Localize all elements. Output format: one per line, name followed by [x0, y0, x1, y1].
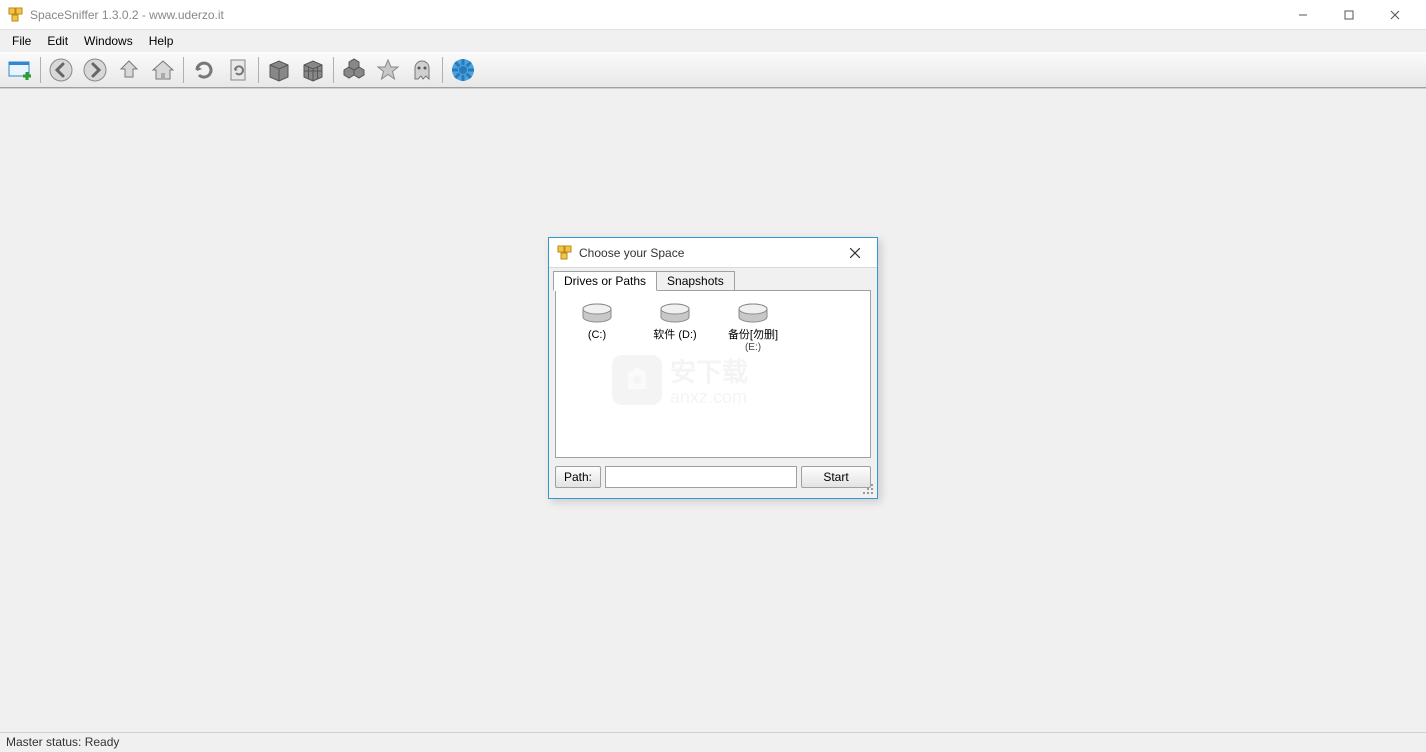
detail-less-icon	[266, 57, 292, 83]
rescan-file-icon	[225, 57, 251, 83]
toolbar-separator	[258, 57, 259, 83]
path-input[interactable]	[605, 466, 797, 488]
tab-snapshots[interactable]: Snapshots	[656, 271, 735, 291]
close-button[interactable]	[1372, 0, 1418, 30]
app-icon	[8, 7, 24, 23]
minimize-button[interactable]	[1280, 0, 1326, 30]
toolbar-separator	[183, 57, 184, 83]
ghost-button[interactable]	[406, 55, 438, 85]
forward-icon	[82, 57, 108, 83]
level-up-icon	[116, 57, 142, 83]
new-scan-button[interactable]	[4, 55, 36, 85]
back-icon	[48, 57, 74, 83]
drive-item-e[interactable]: 备份[勿删] (E:)	[716, 299, 790, 355]
settings-button[interactable]	[447, 55, 479, 85]
menu-windows[interactable]: Windows	[76, 32, 141, 50]
new-scan-icon	[7, 58, 33, 82]
detail-more-icon	[300, 57, 326, 83]
resize-grip-icon[interactable]	[863, 484, 875, 496]
toolbar-separator	[442, 57, 443, 83]
home-button[interactable]	[147, 55, 179, 85]
titlebar: SpaceSniffer 1.3.0.2 - www.uderzo.it	[0, 0, 1426, 30]
ghost-icon	[409, 57, 435, 83]
toolbar-separator	[333, 57, 334, 83]
back-button[interactable]	[45, 55, 77, 85]
toolbar	[0, 52, 1426, 88]
maximize-button[interactable]	[1326, 0, 1372, 30]
rescan-file-button[interactable]	[222, 55, 254, 85]
menubar: File Edit Windows Help	[0, 30, 1426, 52]
menu-file[interactable]: File	[4, 32, 39, 50]
watermark-text: anxz.com	[670, 387, 747, 407]
refresh-icon	[191, 57, 217, 83]
level-up-button[interactable]	[113, 55, 145, 85]
forward-button[interactable]	[79, 55, 111, 85]
detail-less-button[interactable]	[263, 55, 295, 85]
menu-edit[interactable]: Edit	[39, 32, 76, 50]
drive-icon	[579, 301, 615, 327]
dialog-app-icon	[557, 245, 573, 261]
settings-gear-icon	[450, 57, 476, 83]
svg-text:安下载: 安下载	[670, 357, 748, 387]
detail-more-button[interactable]	[297, 55, 329, 85]
dialog-tabs: Drives or Paths Snapshots	[549, 270, 877, 290]
drives-panel: (C:) 软件 (D:) 备份[勿删] (E:) 安下载 anxz.com	[555, 290, 871, 458]
window-controls	[1280, 0, 1418, 30]
status-bar: Master status: Ready	[0, 732, 1426, 752]
drive-sublabel: (E:)	[745, 342, 761, 353]
favorite-button[interactable]	[372, 55, 404, 85]
dialog-close-button[interactable]	[841, 241, 869, 265]
dialog-bottom-row: Path: Start	[549, 458, 877, 498]
menu-help[interactable]: Help	[141, 32, 182, 50]
refresh-button[interactable]	[188, 55, 220, 85]
window-title: SpaceSniffer 1.3.0.2 - www.uderzo.it	[30, 8, 1280, 22]
favorite-icon	[375, 57, 401, 83]
drive-icon	[735, 301, 771, 327]
status-text: Master status: Ready	[6, 735, 119, 749]
drive-label: (C:)	[588, 329, 606, 342]
blocks-button[interactable]	[338, 55, 370, 85]
blocks-icon	[341, 57, 367, 83]
drive-item-d[interactable]: 软件 (D:)	[638, 299, 712, 344]
path-label-button[interactable]: Path:	[555, 466, 601, 488]
toolbar-separator	[40, 57, 41, 83]
watermark: 安下载 anxz.com	[608, 347, 818, 417]
dialog-titlebar: Choose your Space	[549, 238, 877, 268]
choose-space-dialog: Choose your Space Drives or Paths Snapsh…	[548, 237, 878, 499]
drive-item-c[interactable]: (C:)	[560, 299, 634, 344]
home-icon	[150, 57, 176, 83]
drive-icon	[657, 301, 693, 327]
drive-label: 备份[勿删]	[728, 329, 778, 342]
drive-label: 软件 (D:)	[653, 329, 696, 342]
tab-drives-or-paths[interactable]: Drives or Paths	[553, 271, 657, 291]
start-button[interactable]: Start	[801, 466, 871, 488]
dialog-title: Choose your Space	[579, 246, 841, 260]
